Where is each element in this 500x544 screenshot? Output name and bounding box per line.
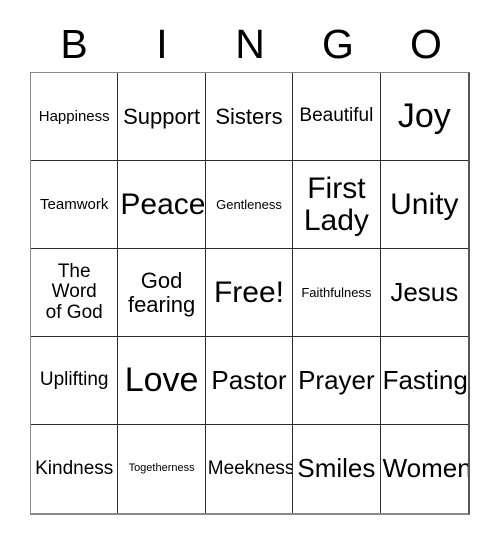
bingo-cell-label: Meekness (207, 457, 294, 479)
bingo-cell-label: Teamwork (40, 195, 109, 213)
header-letter-g: G (322, 20, 354, 67)
bingo-cell[interactable]: Sisters (205, 73, 294, 161)
bingo-cell[interactable]: Love (118, 337, 206, 425)
bingo-cell[interactable]: Kindness (31, 425, 119, 513)
bingo-cell-label: Beautiful (299, 105, 374, 127)
bingo-cell-label: Sisters (215, 103, 283, 129)
bingo-cell-label: Jesus (390, 276, 459, 307)
bingo-cell-label: Free! (213, 275, 284, 309)
bingo-cell[interactable]: Smiles (293, 425, 381, 513)
bingo-cell-label: Joy (397, 97, 451, 136)
bingo-cell-label: Pastor (211, 364, 287, 395)
bingo-cell-label: Faithfulness (301, 284, 372, 300)
header-letter-b: B (60, 20, 88, 67)
bingo-cell-label: Women (382, 453, 468, 484)
bingo-cell[interactable]: Togetherness (118, 425, 206, 513)
bingo-cell[interactable]: Gentleness (205, 161, 294, 249)
bingo-cell-label: Fasting (382, 364, 468, 395)
bingo-cell-label: Unity (390, 187, 459, 221)
bingo-cell[interactable]: Teamwork (31, 161, 119, 249)
bingo-cell-label: Peace (120, 187, 206, 221)
bingo-cell[interactable]: Joy (380, 73, 468, 161)
bingo-cell-label: Uplifting (39, 369, 109, 391)
bingo-cell[interactable]: Beautiful (293, 73, 381, 161)
bingo-cell[interactable]: Uplifting (31, 337, 119, 425)
header-letter-n: N (235, 20, 265, 67)
bingo-cell-label: Kindness (35, 457, 114, 479)
bingo-cell[interactable]: Free! (205, 249, 294, 337)
bingo-cell[interactable]: Women (380, 425, 468, 513)
bingo-cell[interactable]: Unity (380, 161, 468, 249)
bingo-cell-label: Support (123, 103, 201, 129)
bingo-cell-label: Prayer (298, 364, 375, 395)
bingo-cell-label: Gentleness (216, 196, 282, 212)
bingo-cell[interactable]: Fasting (380, 337, 468, 425)
bingo-grid: Happiness Support Sisters Beautiful Joy Teamw… (30, 72, 470, 515)
bingo-cell-label: Smiles (297, 453, 376, 484)
bingo-cell[interactable]: Faithfulness (293, 249, 381, 337)
header-letter-i: I (156, 20, 168, 67)
bingo-cell-label: God fearing (127, 268, 196, 317)
bingo-cell-label: Love (124, 361, 199, 400)
bingo-cell-label: The Word of God (45, 261, 103, 323)
bingo-cell-label: Happiness (38, 107, 110, 125)
bingo-cell[interactable]: Pastor (205, 337, 294, 425)
bingo-cell[interactable]: First Lady (293, 161, 381, 249)
bingo-cell-label: First Lady (303, 171, 369, 237)
bingo-cell[interactable]: Meekness (205, 425, 294, 513)
bingo-header: B I N G O (30, 16, 470, 72)
bingo-cell[interactable]: Happiness (31, 73, 119, 161)
bingo-cell-label: Togetherness (128, 462, 195, 475)
bingo-card: B I N G O Happiness Support Sisters Beautif… (0, 0, 500, 544)
bingo-cell[interactable]: Peace (118, 161, 206, 249)
bingo-cell[interactable]: Support (118, 73, 206, 161)
bingo-cell[interactable]: The Word of God (31, 249, 119, 337)
bingo-cell[interactable]: Prayer (293, 337, 381, 425)
bingo-cell[interactable]: Jesus (380, 249, 468, 337)
bingo-cell[interactable]: God fearing (118, 249, 206, 337)
header-letter-o: O (410, 20, 442, 67)
